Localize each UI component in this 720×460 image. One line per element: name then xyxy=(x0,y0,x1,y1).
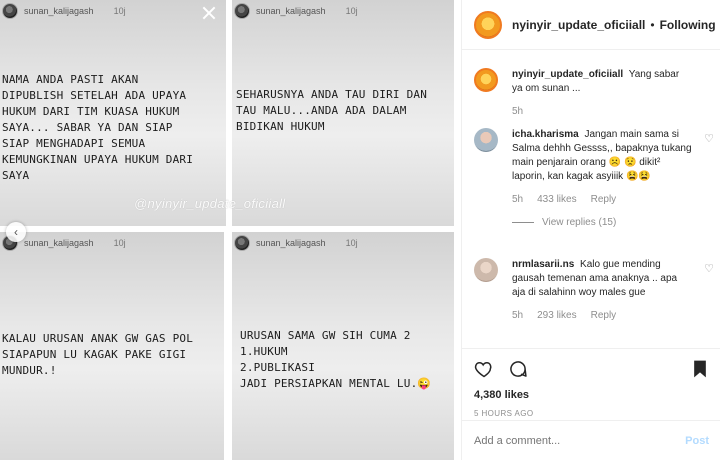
caption-meta: 5h xyxy=(512,106,714,117)
view-replies-label: View replies (15) xyxy=(542,217,617,228)
avatar[interactable] xyxy=(474,10,502,39)
comments-list[interactable]: nyinyir_update_oficiiall Yang sabar ya o… xyxy=(462,60,720,348)
story-username: sunan_kalijagash xyxy=(256,238,326,248)
comment-composer: Post xyxy=(462,420,720,460)
post-actions: 4,380 likes 5 HOURS AGO xyxy=(462,348,720,418)
story-avatar xyxy=(234,235,250,251)
comment-time: 5h xyxy=(512,310,524,321)
story-panel-4: sunan_kalijagash 10j URUSAN SAMA GW SIH … xyxy=(232,232,454,460)
grid-divider xyxy=(0,226,460,232)
story-text: KALAU URUSAN ANAK GW GAS POL SIAPAPUN LU… xyxy=(2,332,194,377)
story-time: 10j xyxy=(113,6,126,16)
comment-meta: 5h 293 likes Reply xyxy=(512,310,714,321)
story-header: sunan_kalijagash 10j xyxy=(232,0,358,22)
post-button[interactable]: Post xyxy=(685,435,709,447)
story-panel-2: sunan_kalijagash 10j SEHARUSNYA ANDA TAU… xyxy=(232,0,454,226)
post-header: nyinyir_update_oficiiall • Following xyxy=(462,0,720,50)
comment-likes[interactable]: 433 likes xyxy=(537,194,576,205)
comment-item: icha.kharisma Jangan main sama si Salma … xyxy=(474,128,714,228)
comment-item: nrmlasarii.ns Kalo gue mending gausah te… xyxy=(474,258,714,321)
comment-meta: 5h 433 likes Reply xyxy=(512,194,714,205)
story-text: NAMA ANDA PASTI AKAN DIPUBLISH SETELAH A… xyxy=(2,73,194,182)
comment-likes[interactable]: 293 likes xyxy=(537,310,576,321)
watermark: @nyinyir_update_oficiiall xyxy=(134,196,286,211)
story-username: sunan_kalijagash xyxy=(24,238,94,248)
story-time: 10j xyxy=(345,6,358,16)
avatar[interactable] xyxy=(474,68,498,92)
following-button[interactable]: Following xyxy=(660,18,716,32)
view-replies-button[interactable]: View replies (15) xyxy=(512,217,714,228)
action-bar xyxy=(474,357,709,381)
story-time: 10j xyxy=(113,238,126,248)
story-username: sunan_kalijagash xyxy=(256,6,326,16)
story-panel-1: sunan_kalijagash 10j NAMA ANDA PASTI AKA… xyxy=(0,0,226,226)
chevron-left-icon[interactable]: ‹ xyxy=(6,222,26,242)
likes-count[interactable]: 4,380 likes xyxy=(474,389,709,401)
comment-body: nrmlasarii.ns Kalo gue mending gausah te… xyxy=(512,258,692,300)
story-avatar xyxy=(234,3,250,19)
avatar[interactable] xyxy=(474,128,498,152)
story-text: SEHARUSNYA ANDA TAU DIRI DAN TAU MALU...… xyxy=(236,88,428,133)
avatar[interactable] xyxy=(474,258,498,282)
reply-button[interactable]: Reply xyxy=(591,194,617,205)
close-icon xyxy=(202,6,216,20)
story-panel-3: sunan_kalijagash 10j KALAU URUSAN ANAK G… xyxy=(0,232,224,460)
comment-input[interactable] xyxy=(474,434,686,447)
story-header: sunan_kalijagash 10j xyxy=(232,232,358,254)
story-header: sunan_kalijagash 10j xyxy=(0,0,126,22)
comment-username[interactable]: nrmlasarii.ns xyxy=(512,259,574,270)
comment-time: 5h xyxy=(512,194,524,205)
header-username[interactable]: nyinyir_update_oficiiall xyxy=(512,18,645,32)
post-timestamp: 5 HOURS AGO xyxy=(474,409,534,418)
divider xyxy=(512,222,534,223)
heart-icon[interactable] xyxy=(474,359,494,379)
caption: nyinyir_update_oficiiall Yang sabar ya o… xyxy=(474,68,714,117)
story-avatar xyxy=(2,3,18,19)
bookmark-icon[interactable] xyxy=(691,359,709,379)
header-separator: • xyxy=(650,17,655,32)
caption-time: 5h xyxy=(512,106,524,117)
comment-username[interactable]: icha.kharisma xyxy=(512,129,579,140)
story-text: URUSAN SAMA GW SIH CUMA 2 1.HUKUM 2.PUBL… xyxy=(240,329,432,390)
comment-icon[interactable] xyxy=(508,359,528,379)
comment-body: icha.kharisma Jangan main sama si Salma … xyxy=(512,128,692,184)
story-time: 10j xyxy=(345,238,358,248)
post-sidebar: nyinyir_update_oficiiall • Following nyi… xyxy=(461,0,720,460)
caption-body: nyinyir_update_oficiiall Yang sabar ya o… xyxy=(512,68,692,96)
reply-button[interactable]: Reply xyxy=(591,310,617,321)
heart-icon[interactable]: ♡ xyxy=(704,262,714,275)
post-media[interactable]: sunan_kalijagash 10j NAMA ANDA PASTI AKA… xyxy=(0,0,460,460)
story-username: sunan_kalijagash xyxy=(24,6,94,16)
caption-username[interactable]: nyinyir_update_oficiiall xyxy=(512,69,623,80)
heart-icon[interactable]: ♡ xyxy=(704,132,714,145)
